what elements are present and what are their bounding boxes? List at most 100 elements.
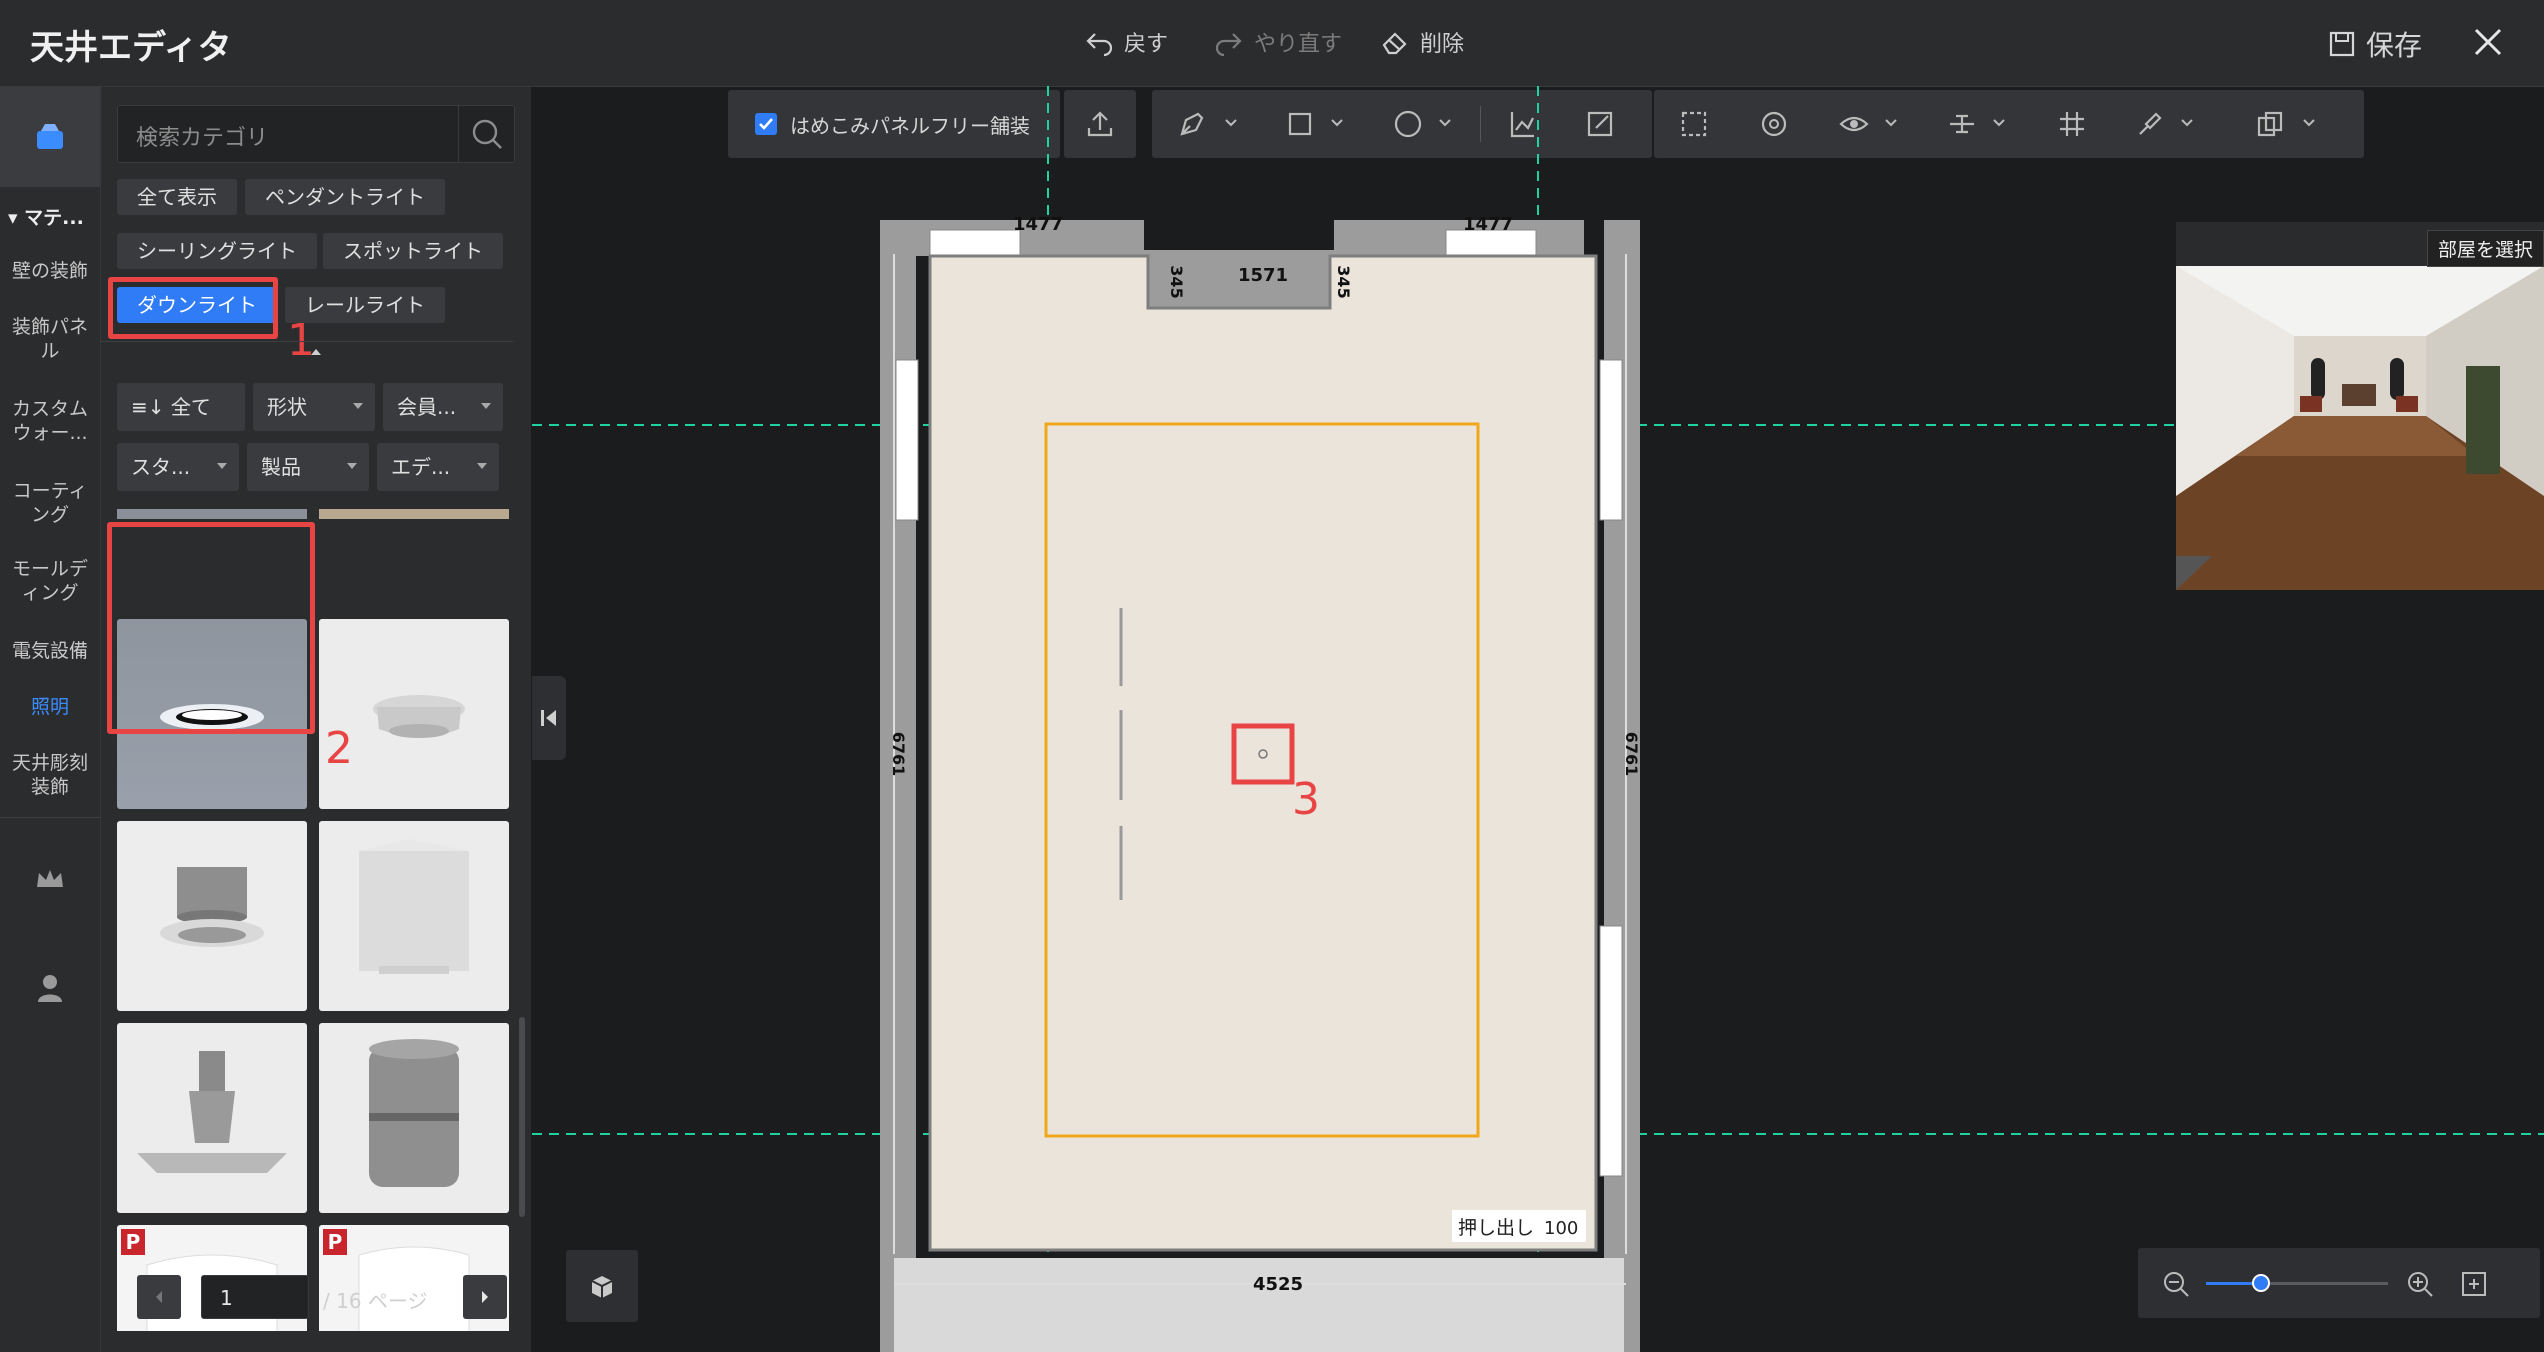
premium-badge-icon: P xyxy=(323,1229,347,1255)
cube-icon xyxy=(591,1276,613,1298)
dim-niche-width: 1571 xyxy=(1238,265,1288,286)
eraser-icon xyxy=(1382,32,1407,55)
rail-item-electrical[interactable]: 電気設備 xyxy=(0,639,100,663)
product-image xyxy=(160,867,264,947)
redo-icon xyxy=(1215,33,1242,57)
product-image xyxy=(137,1051,287,1173)
dim-right-side: 6761 xyxy=(1622,732,1640,777)
rail-item-ceiling-carving[interactable]: 天井彫刻装飾 xyxy=(0,751,100,799)
view-3d-button[interactable] xyxy=(566,1250,638,1322)
rail-item-molding[interactable]: モールディング xyxy=(0,557,100,605)
catalog-scrollbar[interactable] xyxy=(519,1017,525,1217)
category-spot[interactable]: スポットライト xyxy=(323,233,503,269)
save-button[interactable]: 保存 xyxy=(2328,24,2422,64)
redo-button[interactable]: やり直す xyxy=(1214,26,1342,58)
dim-niche-right: 345 xyxy=(1334,265,1353,298)
annotation-label-3: 3 xyxy=(1292,774,1320,825)
filter-product[interactable]: 製品 xyxy=(247,443,369,491)
filter-all[interactable]: ≡↓ 全て xyxy=(117,383,245,431)
pager-page-input[interactable]: 1 xyxy=(201,1275,309,1319)
chevron-down-icon xyxy=(481,403,491,409)
search-icon[interactable] xyxy=(458,106,515,162)
undo-label: 戻す xyxy=(1124,32,1169,57)
highlight-box-1 xyxy=(108,277,278,339)
box-icon xyxy=(37,124,63,149)
zoom-out-icon[interactable] xyxy=(2162,1270,2190,1298)
rail-item-custom-wall[interactable]: カスタムウォー... xyxy=(0,397,100,445)
ceiling-plan[interactable]: 1477 1477 1571 4525 345 345 6761 6761 押し… xyxy=(880,210,1640,1352)
dim-niche-left: 345 xyxy=(1167,265,1186,298)
premium-badge-icon: P xyxy=(121,1229,145,1255)
filter-style-label: スタ... xyxy=(131,455,191,479)
save-icon xyxy=(2329,31,2355,57)
search-box[interactable]: 検索カテゴリ xyxy=(117,105,515,163)
delete-label: 削除 xyxy=(1420,32,1465,57)
product-thumb-downlight-5[interactable] xyxy=(117,1023,307,1213)
product-thumb-downlight-2[interactable] xyxy=(319,619,509,809)
product-image xyxy=(359,839,469,974)
category-ceiling[interactable]: シーリングライト xyxy=(117,233,317,269)
rail-section-header[interactable]: ▾ マテ... xyxy=(8,203,84,230)
dim-top-right: 1477 xyxy=(1463,214,1513,235)
filter-edition[interactable]: エデ... xyxy=(377,443,499,491)
rail-divider xyxy=(0,817,100,818)
rail-item-wall-decor[interactable]: 壁の装飾 xyxy=(0,259,100,283)
save-label: 保存 xyxy=(2366,29,2423,62)
pager-total: / 16 ページ xyxy=(323,1289,428,1313)
catalog-divider xyxy=(101,341,513,342)
annotation-label-2: 2 xyxy=(325,723,353,774)
category-pendant[interactable]: ペンダントライト xyxy=(245,179,445,215)
dim-top-left: 1477 xyxy=(1013,214,1063,235)
zoom-in-icon[interactable] xyxy=(2406,1270,2434,1298)
select-room-button[interactable]: 部屋を選択 xyxy=(2426,230,2544,267)
filter-product-label: 製品 xyxy=(261,455,301,479)
extrude-value[interactable]: 100 xyxy=(1544,1218,1578,1239)
product-thumb-partial xyxy=(319,509,509,519)
rail-materials-tab[interactable] xyxy=(0,87,100,187)
filter-all-label: 全て xyxy=(170,395,211,419)
chevron-down-icon xyxy=(477,463,487,469)
user-icon[interactable] xyxy=(36,973,64,1003)
filter-shape[interactable]: 形状 xyxy=(253,383,375,431)
filter-member-label: 会員... xyxy=(397,395,457,419)
filter-edition-label: エデ... xyxy=(391,455,451,479)
product-image xyxy=(369,1039,459,1187)
pager-next-icon[interactable] xyxy=(463,1275,507,1319)
close-icon[interactable] xyxy=(2468,22,2508,62)
product-thumb-downlight-3[interactable] xyxy=(117,821,307,1011)
filter-member[interactable]: 会員... xyxy=(383,383,503,431)
search-input[interactable]: 検索カテゴリ xyxy=(136,120,268,152)
chevron-down-icon xyxy=(353,403,363,409)
rail-item-deco-panel[interactable]: 装飾パネル xyxy=(0,315,100,363)
left-rail: ▾ マテ... 壁の装飾 装飾パネル カスタムウォー... コーティング モール… xyxy=(0,87,101,1352)
room-preview[interactable]: 部屋を選択 xyxy=(2176,222,2544,590)
undo-button[interactable]: 戻す xyxy=(1084,26,1168,58)
undo-icon xyxy=(1086,33,1113,57)
zoom-slider-track[interactable] xyxy=(2206,1274,2388,1292)
chevron-down-icon xyxy=(347,463,357,469)
product-thumb-downlight-4[interactable] xyxy=(319,821,509,1011)
zoom-slider-handle[interactable] xyxy=(2251,1274,2270,1292)
rail-item-lighting[interactable]: 照明 xyxy=(0,695,100,719)
pager-prev-icon[interactable] xyxy=(137,1275,181,1319)
catalog-panel: 検索カテゴリ 全て表示 ペンダントライト シーリングライト スポットライト ダウ… xyxy=(101,87,531,1352)
zoom-panel xyxy=(2138,1248,2540,1318)
category-all[interactable]: 全て表示 xyxy=(117,179,237,215)
sort-icon: ≡↓ xyxy=(131,395,171,419)
dim-left-side: 6761 xyxy=(889,732,908,777)
redo-label: やり直す xyxy=(1254,32,1343,57)
room-preview-image xyxy=(2176,266,2544,590)
extrude-label: 押し出し xyxy=(1458,1217,1534,1239)
rail-item-coating[interactable]: コーティング xyxy=(0,479,100,527)
delete-button[interactable]: 削除 xyxy=(1380,26,1464,58)
fit-view-icon[interactable] xyxy=(2460,1270,2488,1298)
filter-shape-label: 形状 xyxy=(267,395,307,419)
product-thumb-downlight-6[interactable] xyxy=(319,1023,509,1213)
app-title: 天井エディタ xyxy=(30,28,232,68)
filter-style[interactable]: スタ... xyxy=(117,443,239,491)
divider-caret xyxy=(311,349,321,355)
chevron-down-icon xyxy=(217,463,227,469)
dim-bottom: 4525 xyxy=(1253,1274,1303,1295)
product-thumb-partial xyxy=(117,509,307,519)
crown-icon[interactable] xyxy=(34,865,66,893)
